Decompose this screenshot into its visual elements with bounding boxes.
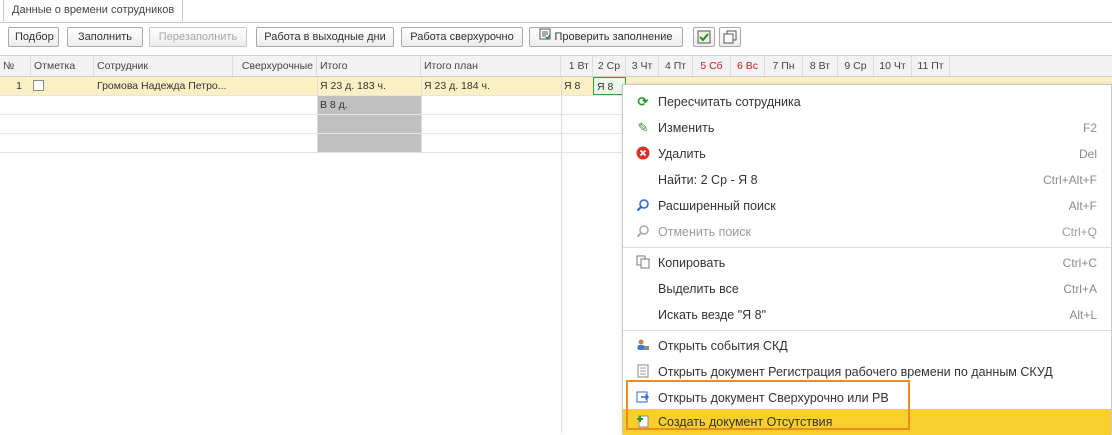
table-edit-button[interactable] (693, 27, 715, 47)
check-list-icon (539, 28, 552, 46)
col-day-1[interactable]: 1 Вт (561, 56, 593, 76)
people-icon (635, 338, 651, 354)
col-day-9[interactable]: 9 Ср (838, 56, 874, 76)
overtime-button[interactable]: Работа сверхурочно (401, 27, 523, 47)
windows-icon (723, 30, 737, 44)
column-divider (317, 77, 318, 153)
row-mark-checkbox[interactable] (33, 80, 44, 91)
day-1-value[interactable]: Я 8 (561, 77, 593, 95)
total-empty-cell[interactable] (317, 134, 421, 152)
magnifier-icon (635, 198, 651, 214)
menu-item-advanced-search[interactable]: Расширенный поиск Alt+F (623, 193, 1111, 219)
col-total[interactable]: Итого (317, 56, 421, 76)
menu-item-copy[interactable]: Копировать Ctrl+C (623, 250, 1111, 276)
check-filling-label: Проверить заполнение (554, 31, 673, 43)
tab-strip: Данные о времени сотрудников (0, 0, 1112, 23)
menu-item-find[interactable]: Найти: 2 Ср - Я 8 Ctrl+Alt+F (623, 167, 1111, 193)
copy-icon (635, 255, 651, 271)
employee-name[interactable]: Громова Надежда Петро... (94, 77, 233, 95)
menu-item-delete[interactable]: Удалить Del (623, 141, 1111, 167)
menu-separator (623, 247, 1111, 248)
col-day-5[interactable]: 5 Сб (693, 56, 731, 76)
col-day-8[interactable]: 8 Вт (803, 56, 838, 76)
menu-item-select-all[interactable]: Выделить все Ctrl+A (623, 276, 1111, 302)
refresh-icon: ⟳ (637, 94, 649, 109)
col-day-10[interactable]: 10 Чт (874, 56, 912, 76)
col-day-3[interactable]: 3 Чт (626, 56, 659, 76)
total-plan-value[interactable]: Я 23 д. 184 ч. (421, 77, 561, 95)
menu-separator (623, 330, 1111, 331)
fill-button[interactable]: Заполнить (67, 27, 143, 47)
menu-item-cancel-search[interactable]: Отменить поиск Ctrl+Q (623, 219, 1111, 245)
table-header: № Отметка Сотрудник Сверхурочные Итого И… (0, 56, 1112, 77)
delete-icon (635, 146, 651, 162)
col-overtime[interactable]: Сверхурочные (233, 56, 317, 76)
copy-view-button[interactable] (719, 27, 741, 47)
total-empty-cell[interactable] (317, 115, 421, 133)
col-total-plan[interactable]: Итого план (421, 56, 561, 76)
menu-item-open-skd-events[interactable]: Открыть события СКД (623, 333, 1111, 359)
menu-item-edit[interactable]: ✎ Изменить F2 (623, 115, 1111, 141)
col-num[interactable]: № (0, 56, 31, 76)
col-day-4[interactable]: 4 Пт (659, 56, 693, 76)
podbor-button[interactable]: Подбор (8, 27, 59, 47)
document-icon (635, 364, 651, 380)
menu-item-recalculate[interactable]: ⟳ Пересчитать сотрудника (623, 89, 1111, 115)
weekend-work-button[interactable]: Работа в выходные дни (256, 27, 394, 47)
total-value[interactable]: Я 23 д. 183 ч. (317, 77, 421, 95)
column-divider (421, 77, 422, 153)
column-divider (561, 77, 562, 433)
col-mark[interactable]: Отметка (31, 56, 94, 76)
col-employee[interactable]: Сотрудник (94, 56, 233, 76)
tab-employee-time-data[interactable]: Данные о времени сотрудников (3, 0, 184, 22)
menu-item-search-everywhere[interactable]: Искать везде "Я 8" Alt+L (623, 302, 1111, 328)
cancel-search-icon (635, 224, 651, 240)
pencil-icon: ✎ (637, 120, 649, 135)
toolbar: Подбор Заполнить Перезаполнить Работа в … (0, 27, 1112, 49)
col-day-7[interactable]: 7 Пн (765, 56, 803, 76)
col-day-11[interactable]: 11 Пт (912, 56, 950, 76)
table-check-icon (697, 30, 711, 44)
highlight-outline (626, 380, 910, 430)
col-day-2[interactable]: 2 Ср (593, 56, 626, 76)
check-filling-button[interactable]: Проверить заполнение (529, 27, 683, 47)
refill-button[interactable]: Перезаполнить (149, 27, 247, 47)
total-weekend-value[interactable]: В 8 д. (317, 96, 421, 114)
row-num: 1 (16, 80, 22, 92)
col-day-6[interactable]: 6 Вс (731, 56, 765, 76)
